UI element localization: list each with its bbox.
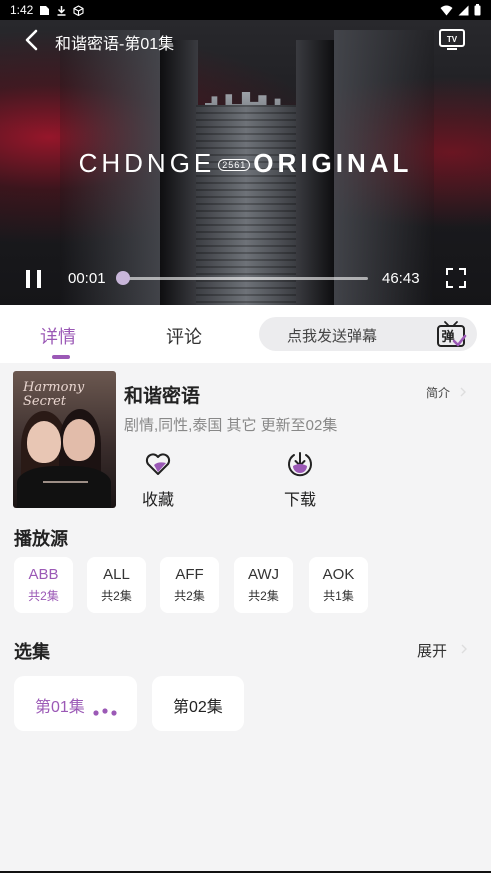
intro-link[interactable]: 简介 bbox=[426, 384, 450, 401]
fullscreen-icon bbox=[446, 268, 466, 288]
chevron-right-icon bbox=[460, 387, 466, 397]
video-player[interactable]: CHDNGE 2561 ORIGINAL 和谐密语-第01集 TV 00:01 46… bbox=[0, 0, 491, 305]
svg-text:弹: 弹 bbox=[441, 329, 454, 345]
fullscreen-button[interactable] bbox=[445, 267, 467, 289]
download-status-icon bbox=[57, 5, 66, 16]
download-label: 下载 bbox=[283, 492, 316, 509]
danmaku-toggle-button[interactable]: 弹 bbox=[435, 319, 467, 351]
source-item-aok[interactable]: AOK 共1集 bbox=[309, 557, 368, 613]
current-time: 00:01 bbox=[68, 270, 106, 287]
tab-bar: 详情 评论 点我发送弹幕 弹 bbox=[0, 305, 491, 363]
source-count: 共2集 bbox=[101, 589, 132, 603]
pause-button[interactable] bbox=[24, 268, 44, 290]
episode-label: 第01集 bbox=[35, 699, 85, 716]
tv-icon: TV bbox=[439, 29, 465, 50]
video-frame-windows bbox=[196, 105, 296, 305]
show-poster[interactable]: Harmony Secret bbox=[13, 371, 116, 508]
source-count: 共1集 bbox=[323, 589, 354, 603]
cast-tv-button[interactable]: TV bbox=[438, 27, 466, 51]
status-bar: 1:42 bbox=[0, 0, 491, 20]
favorite-label: 收藏 bbox=[141, 492, 174, 509]
episode-item-1[interactable]: 第01集 bbox=[14, 676, 137, 731]
source-count: 共2集 bbox=[28, 589, 59, 603]
tab-detail[interactable]: 详情 bbox=[40, 323, 76, 349]
back-button[interactable] bbox=[20, 28, 44, 52]
chevron-right-icon bbox=[461, 644, 467, 654]
pause-icon bbox=[26, 270, 41, 288]
poster-clothing bbox=[17, 466, 111, 508]
total-time: 46:43 bbox=[382, 270, 420, 287]
source-item-awj[interactable]: AWJ 共2集 bbox=[234, 557, 293, 613]
expand-episodes-button[interactable]: 展开 bbox=[417, 640, 447, 661]
show-meta: 剧情,同性,泰国 其它 更新至02集 bbox=[124, 417, 338, 434]
danmaku-input[interactable]: 点我发送弹幕 弹 bbox=[259, 317, 477, 351]
download-icon bbox=[288, 452, 312, 477]
tab-active-indicator bbox=[52, 355, 70, 359]
episode-item-2[interactable]: 第02集 bbox=[152, 676, 244, 731]
poster-face-left bbox=[27, 421, 61, 463]
poster-face-right bbox=[63, 419, 95, 461]
source-name: AWJ bbox=[247, 566, 280, 583]
tab-comment[interactable]: 评论 bbox=[166, 323, 202, 349]
battery-icon bbox=[474, 4, 481, 16]
detail-panel: Harmony Secret 和谐密语 简介 剧情,同性,泰国 其它 更新至02… bbox=[0, 363, 491, 871]
signal-icon bbox=[458, 5, 469, 15]
sd-card-icon bbox=[40, 5, 50, 15]
wifi-icon bbox=[440, 5, 453, 15]
poster-title: Harmony Secret bbox=[23, 380, 85, 409]
show-title: 和谐密语 bbox=[124, 386, 201, 407]
source-count: 共2集 bbox=[248, 589, 279, 603]
danmaku-placeholder: 点我发送弹幕 bbox=[287, 328, 378, 345]
progress-thumb[interactable] bbox=[116, 271, 130, 285]
episodes-section-title: 选集 bbox=[14, 642, 50, 662]
chevron-left-icon bbox=[25, 29, 38, 51]
progress-track[interactable] bbox=[120, 277, 368, 280]
status-time: 1:42 bbox=[10, 3, 34, 17]
source-name: ABB bbox=[28, 566, 59, 583]
source-item-all[interactable]: ALL 共2集 bbox=[87, 557, 146, 613]
source-name: ALL bbox=[103, 566, 130, 583]
heart-icon bbox=[145, 453, 171, 475]
source-item-aff[interactable]: AFF 共2集 bbox=[160, 557, 219, 613]
now-playing-icon bbox=[93, 708, 117, 716]
download-button[interactable]: 下载 bbox=[270, 450, 330, 510]
source-name: AFF bbox=[175, 566, 204, 583]
video-overlay-logo: CHDNGE 2561 ORIGINAL bbox=[78, 148, 413, 178]
favorite-button[interactable]: 收藏 bbox=[128, 450, 188, 510]
source-count: 共2集 bbox=[174, 589, 205, 603]
poster-caption bbox=[43, 481, 88, 483]
video-title: 和谐密语-第01集 bbox=[55, 36, 175, 53]
svg-text:TV: TV bbox=[447, 35, 458, 44]
danmaku-icon: 弹 bbox=[437, 321, 467, 347]
episode-label: 第02集 bbox=[173, 699, 223, 716]
source-name: AOK bbox=[322, 566, 355, 583]
source-section-title: 播放源 bbox=[14, 529, 68, 549]
source-item-abb[interactable]: ABB 共2集 bbox=[14, 557, 73, 613]
package-icon bbox=[73, 4, 84, 16]
